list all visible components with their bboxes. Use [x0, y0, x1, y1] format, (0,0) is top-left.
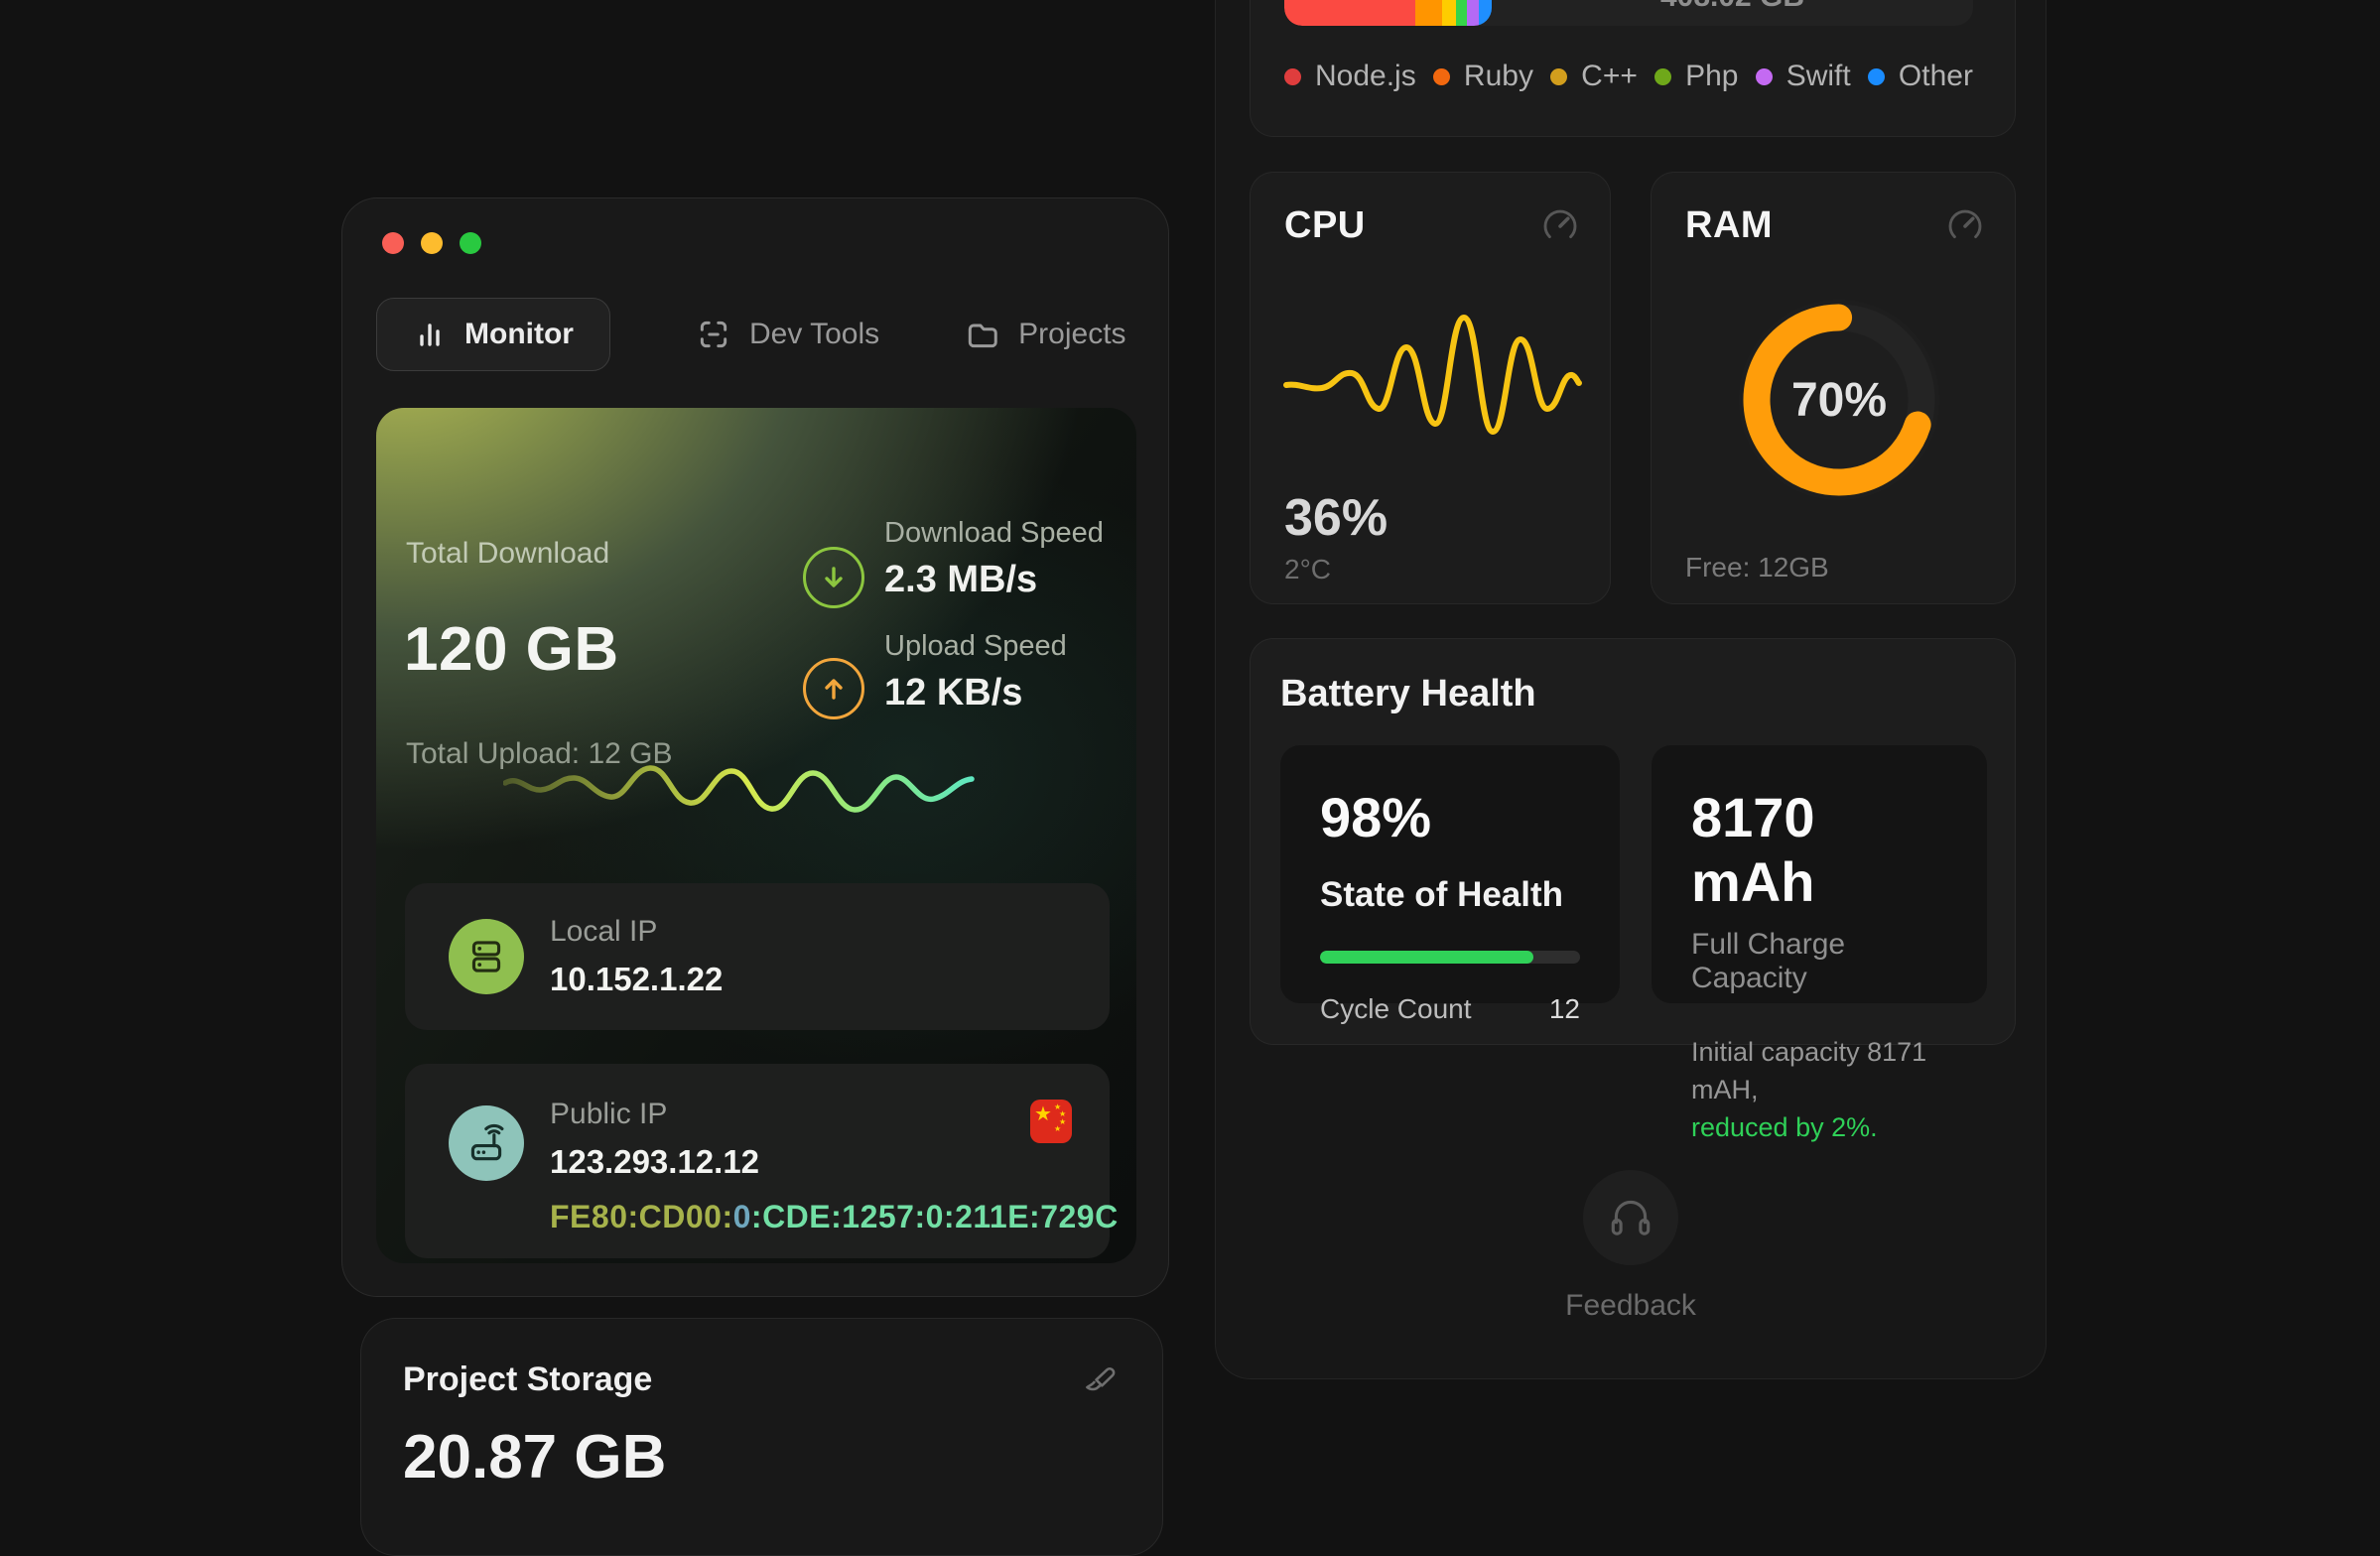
bar-segment [1415, 0, 1442, 26]
upload-speed-label: Upload Speed [884, 630, 1067, 663]
system-panel: 408.02 GB Node.js Ruby C++ Php Swift Oth… [1215, 0, 2047, 1379]
zoom-button[interactable] [460, 232, 481, 254]
server-icon [449, 919, 524, 994]
gauge-icon [1540, 206, 1580, 246]
local-ip-label: Local IP [550, 915, 657, 949]
ram-usage-ring: 70% [1725, 286, 1953, 514]
legend-label: Node.js [1315, 60, 1416, 93]
languages-total: 408.02 GB [1492, 0, 1973, 14]
tab-monitor[interactable]: Monitor [376, 298, 610, 371]
public-ip-value: 123.293.12.12 [550, 1143, 759, 1181]
soh-progress-fill [1320, 951, 1533, 964]
legend-item: Php [1654, 60, 1738, 93]
gauge-icon [1945, 206, 1985, 246]
public-ip-row: Public IP 123.293.12.12 FE80:CD00:0:CDE:… [405, 1064, 1110, 1258]
languages-usage-bar [1284, 0, 1492, 26]
ram-free: Free: 12GB [1685, 552, 1829, 584]
feedback-label: Feedback [1565, 1289, 1696, 1323]
cpu-card: CPU 36% 2°C [1250, 172, 1611, 604]
download-arrow-icon [803, 547, 864, 608]
router-icon [449, 1105, 524, 1181]
cpu-activity-wave [1280, 300, 1582, 468]
tab-bar: Monitor Dev Tools Projects [376, 298, 1134, 371]
china-flag-icon: ★ ★ ★ ★ ★ [1030, 1100, 1072, 1143]
legend-dot [1868, 68, 1885, 85]
bar-segment [1284, 0, 1415, 26]
scan-icon [696, 317, 731, 352]
languages-card: 408.02 GB Node.js Ruby C++ Php Swift Oth… [1250, 0, 2016, 137]
languages-legend: Node.js Ruby C++ Php Swift Other [1284, 52, 1973, 101]
legend-label: Php [1685, 60, 1738, 93]
minimize-button[interactable] [421, 232, 443, 254]
total-download-value: 120 GB [404, 614, 619, 685]
cycle-count-value: 12 [1549, 993, 1580, 1025]
network-activity-wave [503, 749, 978, 821]
legend-label: Ruby [1464, 60, 1533, 93]
legend-item: Ruby [1433, 60, 1533, 93]
capacity-note: Initial capacity 8171 mAH, reduced by 2%… [1691, 1033, 1947, 1146]
battery-title: Battery Health [1280, 673, 1536, 715]
download-speed-value: 2.3 MB/s [884, 559, 1037, 601]
legend-dot [1756, 68, 1773, 85]
bar-chart-icon [413, 318, 447, 351]
cpu-title: CPU [1284, 204, 1366, 247]
ram-card: RAM 70% Free: 12GB [1651, 172, 2016, 604]
bar-segment [1467, 0, 1480, 26]
project-storage-value: 20.87 GB [403, 1422, 1121, 1492]
capacity-label: Full Charge Capacity [1691, 928, 1947, 995]
full-charge-card: 8170 mAh Full Charge Capacity Initial ca… [1652, 745, 1987, 1003]
legend-dot [1654, 68, 1671, 85]
project-storage-title: Project Storage [403, 1361, 652, 1399]
languages-usage-inset: 408.02 GB [1284, 0, 1973, 26]
legend-item: Node.js [1284, 60, 1416, 93]
tab-dev-tools-label: Dev Tools [749, 318, 879, 351]
state-of-health-card: 98% State of Health Cycle Count 12 [1280, 745, 1620, 1003]
legend-item: Swift [1756, 60, 1851, 93]
soh-label: State of Health [1320, 875, 1580, 915]
tab-monitor-label: Monitor [464, 318, 574, 351]
cpu-temperature: 2°C [1284, 554, 1331, 585]
network-card: Total Download 120 GB Total Upload: 12 G… [376, 408, 1136, 1263]
soh-value: 98% [1320, 785, 1580, 849]
monitor-window: Monitor Dev Tools Projects Total Downlo [341, 197, 1169, 1297]
project-storage-card: Project Storage 20.87 GB [360, 1318, 1163, 1556]
legend-item: Other [1868, 60, 1973, 93]
public-ipv6-value: FE80:CD00:0:CDE:1257:0:211E:729C [550, 1199, 1119, 1235]
capacity-note-plain: Initial capacity 8171 mAH, [1691, 1037, 1926, 1104]
folder-icon [965, 317, 1000, 352]
legend-label: Other [1899, 60, 1973, 93]
traffic-lights [382, 232, 481, 254]
ram-title: RAM [1685, 204, 1773, 247]
cpu-usage-value: 36% [1284, 488, 1388, 548]
upload-arrow-icon [803, 658, 864, 719]
legend-dot [1550, 68, 1567, 85]
legend-label: Swift [1786, 60, 1851, 93]
total-download-label: Total Download [406, 537, 609, 571]
download-speed-label: Download Speed [884, 517, 1104, 550]
tab-dev-tools[interactable]: Dev Tools [696, 317, 879, 352]
public-ip-label: Public IP [550, 1098, 667, 1131]
close-button[interactable] [382, 232, 404, 254]
feedback-button[interactable]: Feedback [1216, 1170, 2046, 1323]
battery-card: Battery Health 98% State of Health Cycle… [1250, 638, 2016, 1045]
headphones-icon [1583, 1170, 1678, 1265]
legend-label: C++ [1581, 60, 1638, 93]
paintbrush-icon[interactable] [1077, 1361, 1121, 1404]
tab-projects-label: Projects [1018, 318, 1125, 351]
local-ip-value: 10.152.1.22 [550, 961, 723, 998]
ram-usage-value: 70% [1725, 286, 1953, 514]
cycle-count-label: Cycle Count [1320, 993, 1472, 1025]
legend-dot [1433, 68, 1450, 85]
soh-progress-track [1320, 951, 1580, 964]
bar-segment [1479, 0, 1492, 26]
legend-item: C++ [1550, 60, 1638, 93]
upload-speed-value: 12 KB/s [884, 672, 1022, 714]
bar-segment [1442, 0, 1457, 26]
local-ip-row: Local IP 10.152.1.22 [405, 883, 1110, 1030]
bar-segment [1456, 0, 1466, 26]
capacity-value: 8170 mAh [1691, 785, 1947, 914]
legend-dot [1284, 68, 1301, 85]
tab-projects[interactable]: Projects [965, 317, 1125, 352]
capacity-note-highlight: reduced by 2%. [1691, 1108, 1947, 1146]
